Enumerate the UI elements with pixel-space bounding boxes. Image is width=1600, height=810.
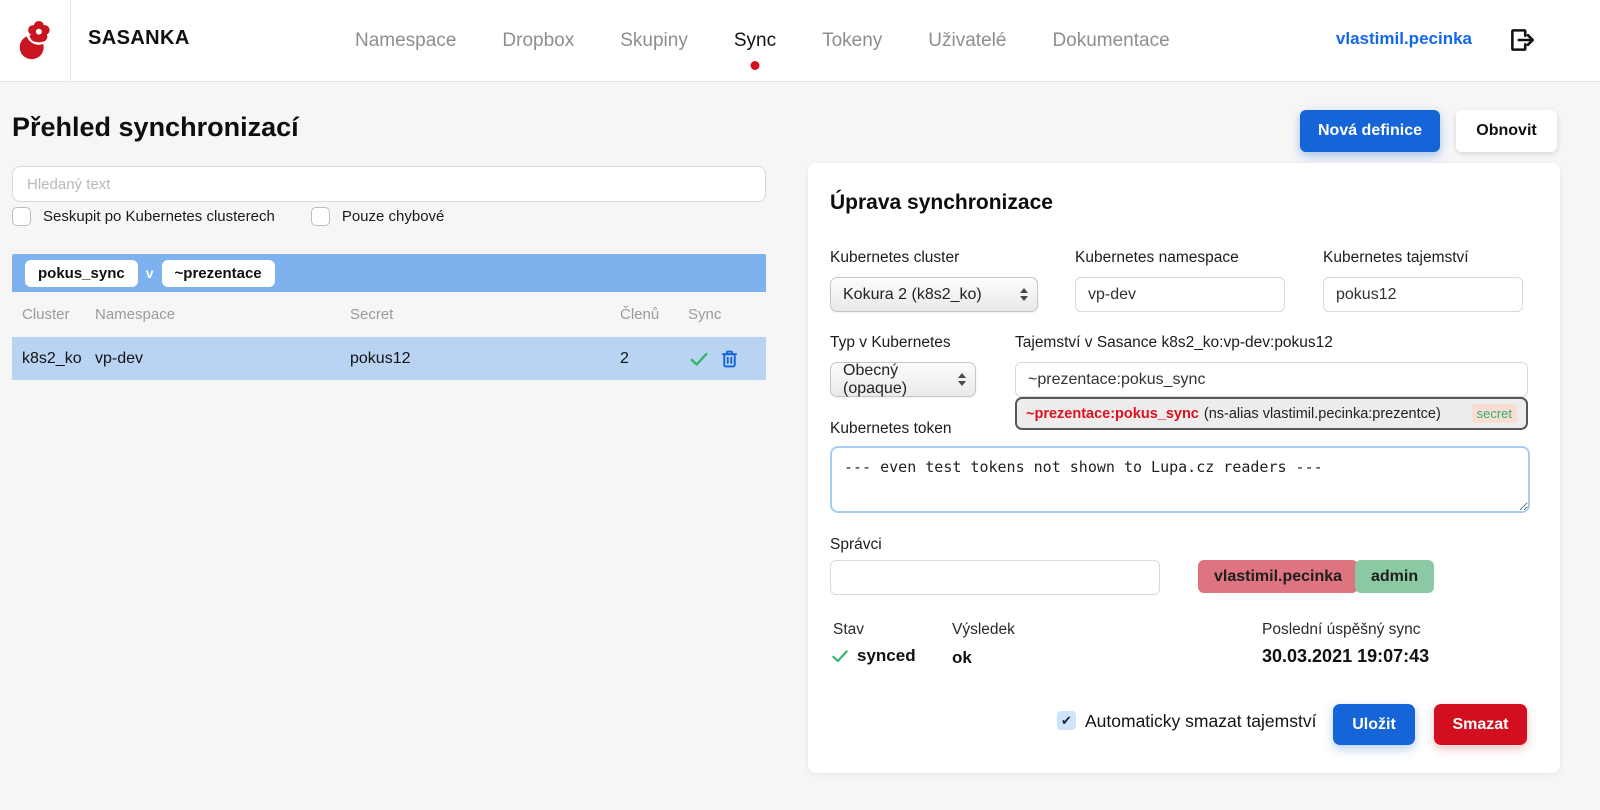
filter-row: Seskupit po Kubernetes clusterech Pouze … xyxy=(12,207,444,226)
last-sync-label: Poslední úspěšný sync xyxy=(1262,621,1421,638)
delete-button[interactable]: Smazat xyxy=(1434,704,1527,745)
auto-delete-checkbox[interactable] xyxy=(1057,711,1076,730)
type-label: Typ v Kubernetes xyxy=(830,334,951,351)
cluster-select[interactable]: Kokura 2 (k8s2_ko) xyxy=(830,277,1038,312)
active-tab-indicator xyxy=(750,60,760,70)
sasanka-secret-input[interactable] xyxy=(1015,362,1528,397)
row-cluster: k8s2_ko xyxy=(22,349,82,367)
admin-role-chip: admin xyxy=(1355,560,1435,593)
nav-item-tokeny[interactable]: Tokeny xyxy=(822,30,882,52)
panel-title: Úprava synchronizace xyxy=(830,191,1053,214)
sync-group-header[interactable]: pokus_sync v ~prezentace xyxy=(12,254,766,292)
nav-item-sync-label: Sync xyxy=(733,29,777,51)
status-text: synced xyxy=(857,646,916,665)
select-stepper-icon xyxy=(948,373,966,386)
nav-item-dokumentace[interactable]: Dokumentace xyxy=(1052,30,1169,52)
nav-item-skupiny[interactable]: Skupiny xyxy=(620,30,688,52)
errors-only-label: Pouze chybové xyxy=(341,208,445,225)
cluster-select-value: Kokura 2 (k8s2_ko) xyxy=(843,285,982,303)
row-namespace: vp-dev xyxy=(95,349,144,367)
row-secret: pokus12 xyxy=(350,349,411,367)
nav-item-namespace[interactable]: Namespace xyxy=(355,30,456,52)
last-sync-value: 30.03.2021 19:07:43 xyxy=(1262,646,1430,666)
synced-check-icon xyxy=(690,352,708,366)
result-value: ok xyxy=(952,648,972,667)
auto-delete-label: Automaticky smazat tajemství xyxy=(1085,711,1317,731)
col-secret: Secret xyxy=(350,306,394,323)
token-label: Kubernetes token xyxy=(830,420,952,437)
table-column-headers: Cluster Namespace Secret Členů Sync xyxy=(12,292,766,337)
cluster-label: Kubernetes cluster xyxy=(830,249,960,266)
group-by-cluster-checkbox[interactable] xyxy=(12,207,31,226)
secret-suggestion-item[interactable]: ~prezentace:pokus_sync (ns-alias vlastim… xyxy=(1015,397,1528,430)
sync-namespace-badge: ~prezentace xyxy=(161,259,275,287)
page-title: Přehled synchronizací xyxy=(12,112,299,142)
logout-icon[interactable] xyxy=(1507,25,1537,55)
col-members: Členů xyxy=(620,306,660,323)
status-value: synced xyxy=(830,646,916,666)
result-label: Výsledek xyxy=(952,621,1015,638)
type-select[interactable]: Obecný (opaque) xyxy=(830,362,976,397)
namespace-input[interactable] xyxy=(1075,277,1285,312)
col-sync: Sync xyxy=(688,306,722,323)
k8s-secret-label: Kubernetes tajemství xyxy=(1323,249,1469,266)
refresh-button[interactable]: Obnovit xyxy=(1456,110,1557,152)
errors-only-checkbox[interactable] xyxy=(310,207,330,226)
col-namespace: Namespace xyxy=(95,306,176,323)
brand-name: SASANKA xyxy=(88,27,190,49)
sync-table: pokus_sync v ~prezentace Cluster Namespa… xyxy=(12,254,766,380)
suggestion-detail: (ns-alias vlastimil.pecinka:prezentce) xyxy=(1203,405,1441,422)
admin-user-chip[interactable]: vlastimil.pecinka xyxy=(1198,560,1359,593)
new-definition-button[interactable]: Nová definice xyxy=(1300,110,1440,152)
group-by-cluster-label: Seskupit po Kubernetes clusterech xyxy=(43,208,275,225)
status-label: Stav xyxy=(833,621,865,638)
col-cluster: Cluster xyxy=(22,306,70,323)
status-check-icon xyxy=(832,650,848,663)
main-navigation: Namespace Dropbox Skupiny Sync Tokeny Už… xyxy=(355,0,1170,81)
sync-name-badge: pokus_sync xyxy=(25,259,138,287)
k8s-secret-input[interactable] xyxy=(1323,277,1523,312)
nav-item-uzivatele[interactable]: Uživatelé xyxy=(928,30,1006,52)
table-row[interactable]: k8s2_ko vp-dev pokus12 2 xyxy=(12,337,766,380)
group-separator: v xyxy=(145,265,154,281)
nav-item-sync[interactable]: Sync xyxy=(733,29,777,70)
secret-type-badge: secret xyxy=(1471,404,1517,423)
admins-label: Správci xyxy=(830,536,882,553)
type-select-value: Obecný (opaque) xyxy=(843,361,908,397)
sasanka-logo-icon[interactable] xyxy=(13,18,59,64)
suggestion-name: ~prezentace:pokus_sync xyxy=(1026,405,1199,422)
delete-sync-trash-icon[interactable] xyxy=(719,348,740,370)
nav-divider xyxy=(70,0,71,81)
top-nav: SASANKA Namespace Dropbox Skupiny Sync T… xyxy=(0,0,1600,82)
admins-input[interactable] xyxy=(830,560,1160,595)
edit-sync-panel: Úprava synchronizace Kubernetes cluster … xyxy=(808,163,1560,773)
token-textarea[interactable]: --- even test tokens not shown to Lupa.c… xyxy=(830,446,1530,513)
nav-item-dropbox[interactable]: Dropbox xyxy=(502,30,574,52)
row-members: 2 xyxy=(620,349,629,367)
namespace-label: Kubernetes namespace xyxy=(1075,249,1239,266)
sasanka-secret-label: Tajemství v Sasance k8s2_ko:vp-dev:pokus… xyxy=(1015,334,1333,351)
select-stepper-icon xyxy=(1010,288,1028,301)
save-button[interactable]: Uložit xyxy=(1333,704,1415,745)
search-input[interactable] xyxy=(12,166,766,202)
user-menu-link[interactable]: vlastimil.pecinka xyxy=(1336,29,1472,49)
